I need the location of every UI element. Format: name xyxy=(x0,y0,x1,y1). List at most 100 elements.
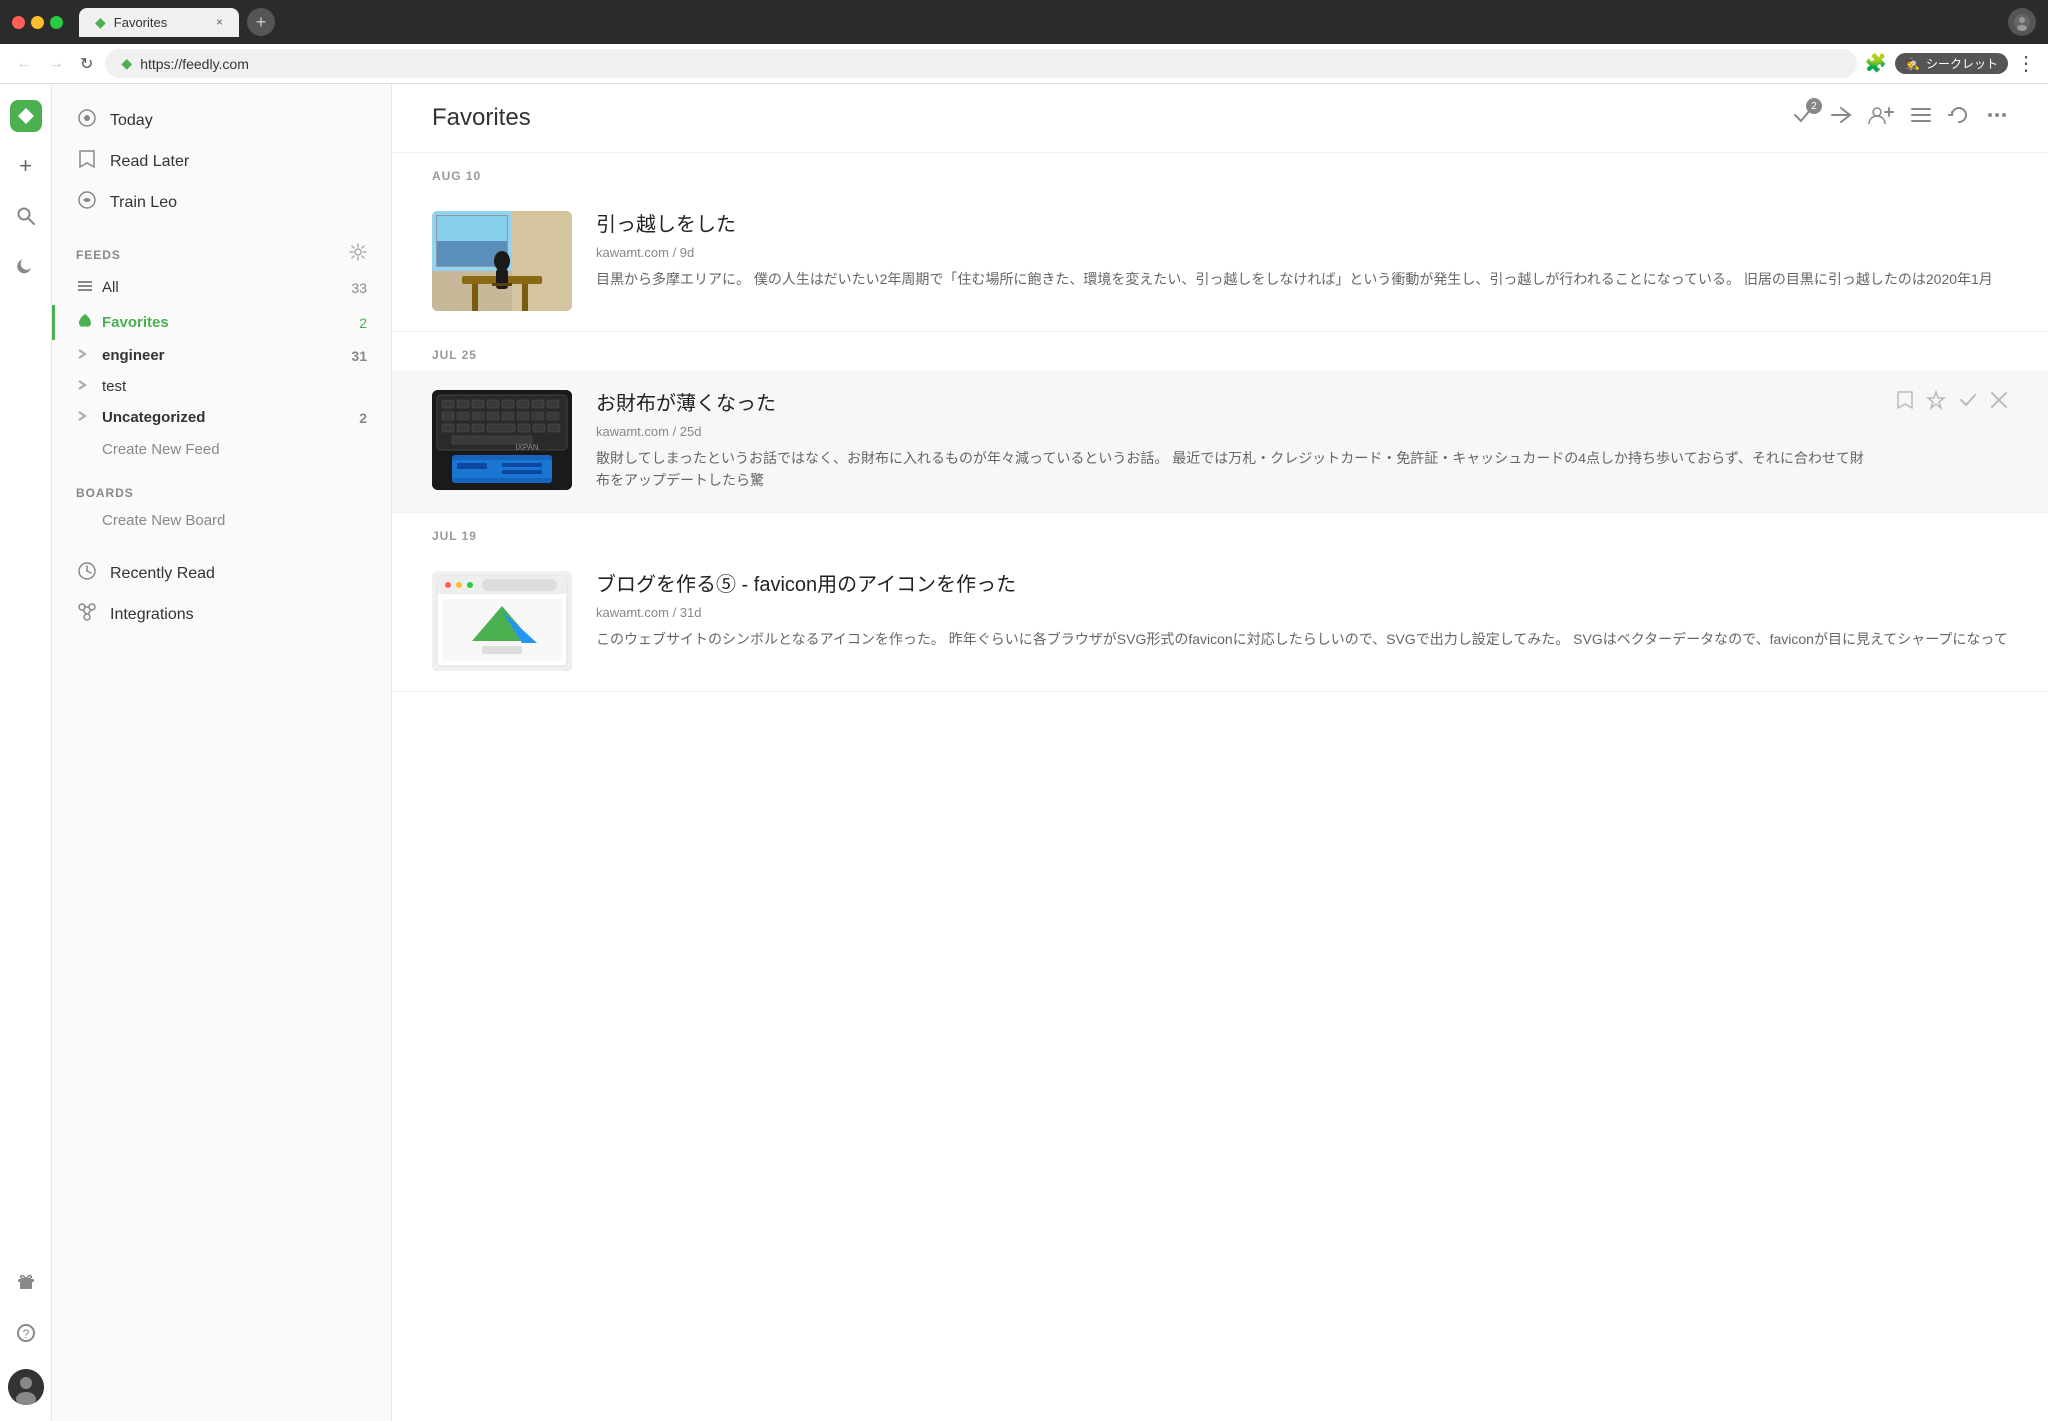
save-article-btn[interactable] xyxy=(1896,390,1914,415)
favorites-icon xyxy=(76,312,92,333)
sidebar-item-today[interactable]: Today xyxy=(52,100,391,141)
url-display: https://feedly.com xyxy=(140,56,249,72)
minimize-window-btn[interactable] xyxy=(31,16,44,29)
feedly-logo[interactable] xyxy=(10,100,42,132)
add-btn[interactable]: + xyxy=(8,148,44,184)
article-title: 引っ越しをした xyxy=(596,211,2008,239)
favorites-label: Favorites xyxy=(102,314,169,331)
plus-icon: + xyxy=(19,153,32,179)
date-group-jul19: JUL 19 xyxy=(392,513,2048,692)
browser-tools: 🧩 🕵 シークレット ⋮ xyxy=(1865,51,2036,76)
more-options-btn[interactable] xyxy=(1986,104,2008,132)
svg-text:?: ? xyxy=(22,1327,29,1341)
uncategorized-label: Uncategorized xyxy=(102,409,205,426)
sidebar-item-test[interactable]: test xyxy=(52,371,391,402)
refresh-btn[interactable]: ↻ xyxy=(76,50,97,78)
article-title: ブログを作る⑤ - favicon用のアイコンを作った xyxy=(596,571,2008,599)
integrations-label: Integrations xyxy=(110,606,367,624)
mark-all-read-btn[interactable]: 2 xyxy=(1792,104,1814,132)
create-new-feed[interactable]: Create New Feed xyxy=(52,433,391,466)
recently-read-label: Recently Read xyxy=(110,565,367,583)
test-chevron-icon xyxy=(76,379,92,394)
forward-btn[interactable]: → xyxy=(44,51,68,77)
boards-section: BOARDS Create New Board xyxy=(52,474,391,537)
all-feeds-icon xyxy=(76,277,92,298)
favorites-count: 2 xyxy=(359,315,367,331)
feeds-settings-icon[interactable] xyxy=(349,243,367,266)
today-label: Today xyxy=(110,112,367,130)
sidebar-item-engineer[interactable]: engineer 31 xyxy=(52,340,391,371)
sidebar-item-all[interactable]: All 33 xyxy=(52,270,391,305)
share-btn[interactable] xyxy=(1830,104,1852,132)
incognito-badge: 🕵 シークレット xyxy=(1895,53,2008,74)
article-actions xyxy=(1896,390,2008,415)
article-excerpt: このウェブサイトのシンボルとなるアイコンを作った。 昨年ぐらいに各ブラウザがSV… xyxy=(596,628,2008,650)
article-info: 引っ越しをした kawamt.com / 9d 目黒から多摩エリアに。 僕の人生… xyxy=(596,211,2008,290)
sidebar-item-favorites[interactable]: Favorites 2 xyxy=(52,305,391,340)
bookmark-icon xyxy=(76,149,98,174)
feeds-section-header: FEEDS xyxy=(52,231,391,270)
sidebar-item-integrations[interactable]: Integrations xyxy=(52,594,391,635)
refresh-feed-btn[interactable] xyxy=(1948,104,1970,132)
maximize-window-btn[interactable] xyxy=(50,16,63,29)
create-new-board[interactable]: Create New Board xyxy=(52,504,391,537)
incognito-icon: 🕵 xyxy=(1905,57,1920,71)
address-bar: ← → ↻ ◆ https://feedly.com 🧩 🕵 シークレット ⋮ xyxy=(0,44,2048,84)
gift-btn[interactable] xyxy=(8,1265,44,1301)
close-tab-btn[interactable]: × xyxy=(216,15,223,29)
close-window-btn[interactable] xyxy=(12,16,25,29)
gift-icon xyxy=(16,1271,36,1296)
add-members-btn[interactable] xyxy=(1868,104,1894,132)
mark-read-article-btn[interactable] xyxy=(1958,390,1978,415)
moon-icon xyxy=(16,258,36,283)
dismiss-article-btn[interactable] xyxy=(1990,391,2008,414)
article-item[interactable]: 引っ越しをした kawamt.com / 9d 目黒から多摩エリアに。 僕の人生… xyxy=(392,191,2048,332)
content-header: Favorites 2 xyxy=(392,84,2048,153)
traffic-lights xyxy=(12,16,63,29)
question-icon: ? xyxy=(16,1323,36,1348)
article-item[interactable]: IXPAN お財布が薄くなった kawamt.com / 25d 散財してしまっ… xyxy=(392,370,2048,513)
date-label-aug10: AUG 10 xyxy=(392,153,2048,191)
star-article-btn[interactable] xyxy=(1926,390,1946,415)
article-info: お財布が薄くなった kawamt.com / 25d 散財してしまったというお話… xyxy=(596,390,1872,492)
article-thumbnail: IXPAN xyxy=(432,390,572,490)
engineer-chevron-icon xyxy=(76,348,92,363)
sidebar-item-uncategorized[interactable]: Uncategorized 2 xyxy=(52,402,391,433)
extensions-icon[interactable]: 🧩 xyxy=(1865,53,1887,74)
back-btn[interactable]: ← xyxy=(12,51,36,77)
page-title: Favorites xyxy=(432,104,1792,132)
search-btn[interactable] xyxy=(8,200,44,236)
list-view-btn[interactable] xyxy=(1910,104,1932,132)
sidebar-item-train-leo[interactable]: Train Leo xyxy=(52,182,391,223)
active-tab[interactable]: ◆ Favorites × xyxy=(79,8,239,37)
new-tab-btn[interactable]: + xyxy=(247,8,275,36)
boards-section-header: BOARDS xyxy=(52,474,391,504)
article-excerpt: 目黒から多摩エリアに。 僕の人生はだいたい2年周期で「住む場所に飽きた、環境を変… xyxy=(596,268,2008,290)
article-source: kawamt.com / 9d xyxy=(596,245,2008,260)
recently-read-icon xyxy=(76,561,98,586)
uncategorized-chevron-icon xyxy=(76,410,92,425)
feeds-section-title: FEEDS xyxy=(76,248,341,262)
night-mode-btn[interactable] xyxy=(8,252,44,288)
sidebar-item-read-later[interactable]: Read Later xyxy=(52,141,391,182)
help-btn[interactable]: ? xyxy=(8,1317,44,1353)
article-item[interactable]: ブログを作る⑤ - favicon用のアイコンを作った kawamt.com /… xyxy=(392,551,2048,692)
app-container: + ? xyxy=(0,84,2048,1421)
date-group-aug10: AUG 10 xyxy=(392,153,2048,332)
article-info: ブログを作る⑤ - favicon用のアイコンを作った kawamt.com /… xyxy=(596,571,2008,650)
article-thumbnail xyxy=(432,211,572,311)
browser-menu-icon[interactable]: ⋮ xyxy=(2016,51,2036,76)
address-input[interactable]: ◆ https://feedly.com xyxy=(105,49,1856,78)
read-later-label: Read Later xyxy=(110,153,367,171)
article-title: お財布が薄くなった xyxy=(596,390,1872,418)
sidebar-item-recently-read[interactable]: Recently Read xyxy=(52,553,391,594)
user-avatar[interactable] xyxy=(8,1369,44,1405)
main-content: Favorites 2 xyxy=(392,84,2048,1421)
header-actions: 2 xyxy=(1792,104,2008,132)
test-label: test xyxy=(102,378,126,395)
incognito-label: シークレット xyxy=(1926,55,1998,72)
article-source: kawamt.com / 31d xyxy=(596,605,2008,620)
articles-container: AUG 10 xyxy=(392,153,2048,692)
article-source: kawamt.com / 25d xyxy=(596,424,1872,439)
browser-profile-btn[interactable] xyxy=(2008,8,2036,36)
